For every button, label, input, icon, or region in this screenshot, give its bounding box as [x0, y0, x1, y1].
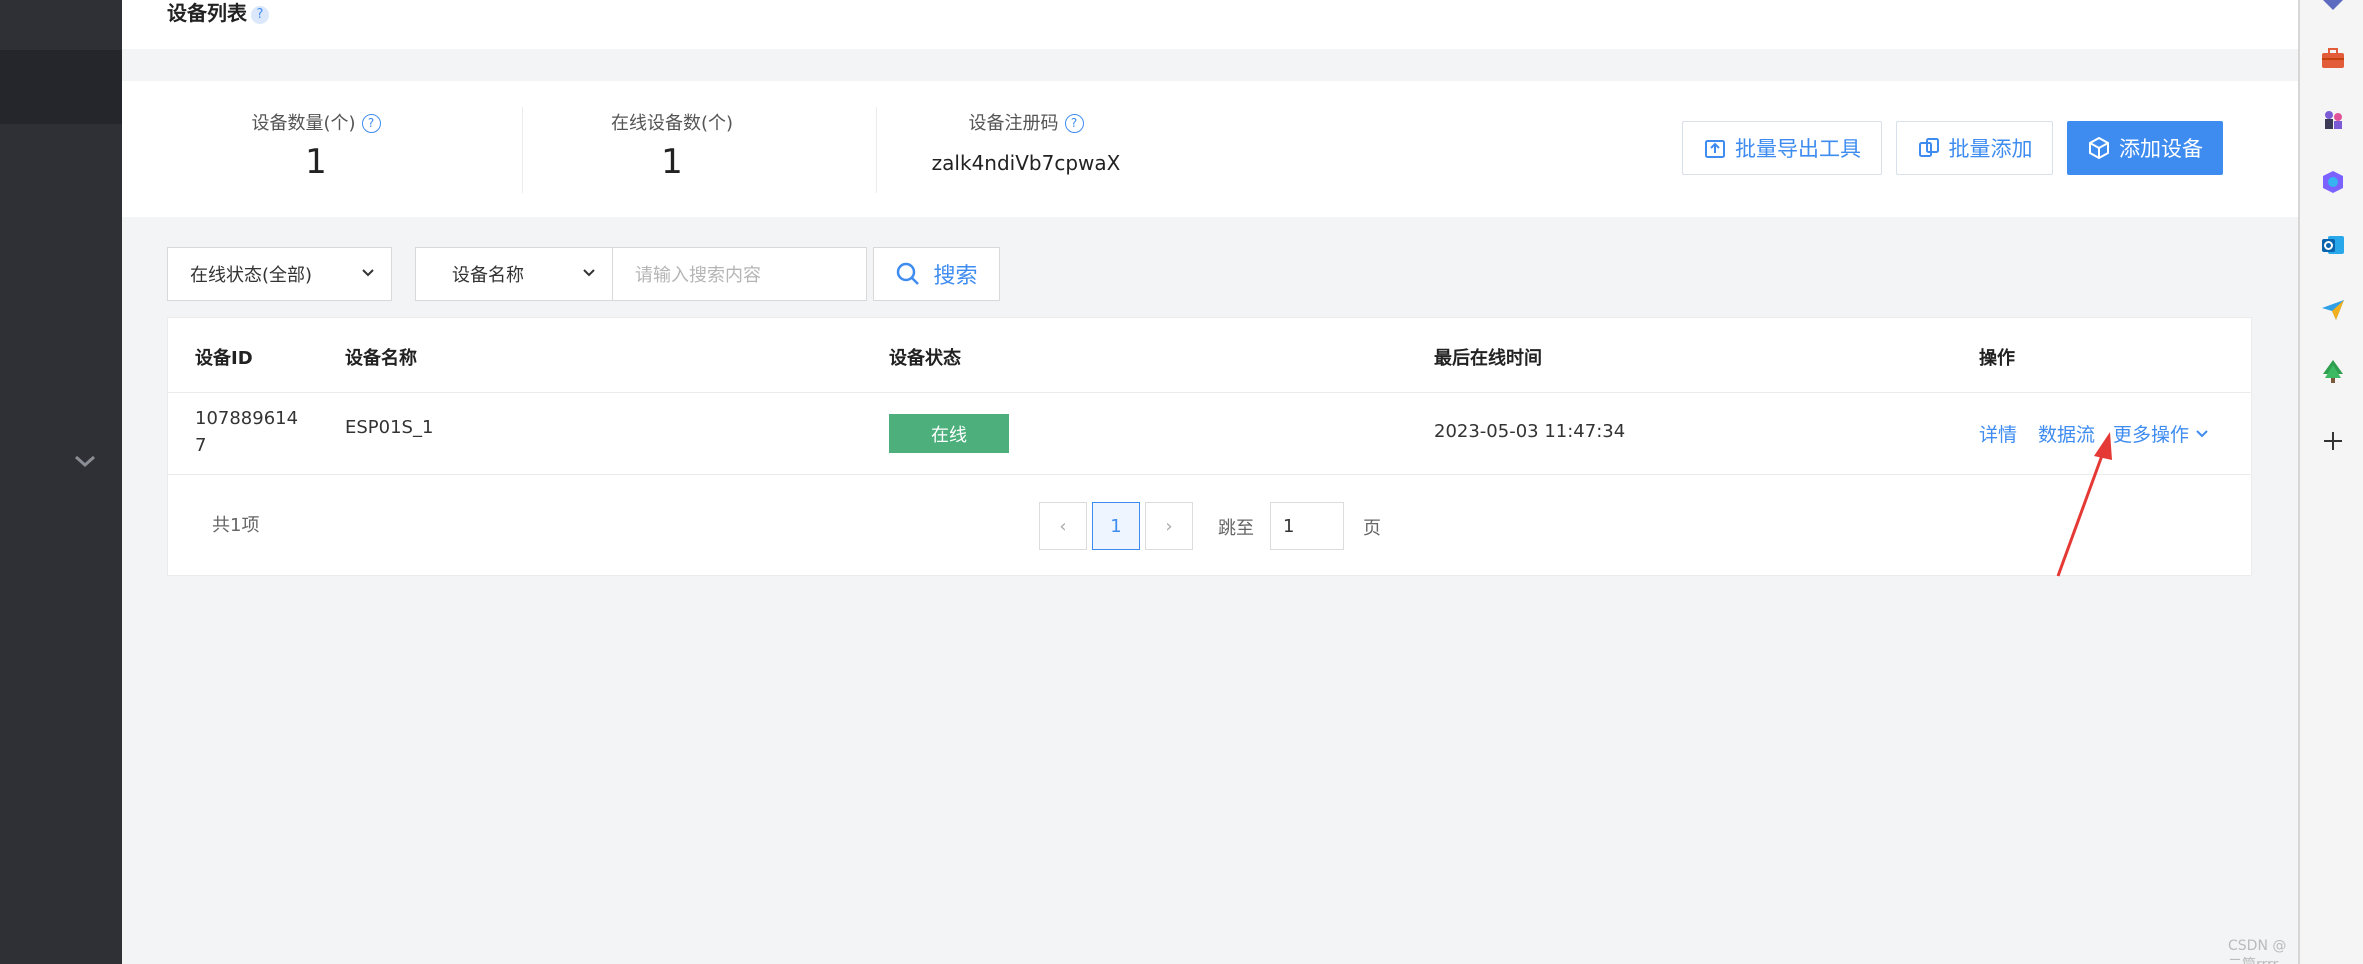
browser-right-sidebar: [2298, 0, 2363, 964]
watermark: CSDN @二筒rrrr: [2228, 938, 2287, 964]
chevron-down-icon: [2196, 430, 2208, 438]
chevron-down-icon: [362, 269, 374, 277]
col-header-status: 设备状态: [889, 348, 961, 369]
status-badge: 在线: [889, 414, 1009, 453]
cube-icon: [2089, 136, 2109, 160]
search-button[interactable]: 搜索: [873, 247, 1000, 301]
select-value: 设备名称: [452, 265, 524, 286]
total-count: 共1项: [212, 515, 260, 536]
copilot-icon[interactable]: [2320, 169, 2346, 195]
help-circle-icon[interactable]: ?: [361, 114, 381, 133]
stat-device-count: 设备数量(个)? 1: [166, 111, 466, 185]
tree-icon[interactable]: [2320, 358, 2346, 384]
outlook-icon[interactable]: [2320, 232, 2346, 258]
search-icon: [897, 262, 920, 285]
table-header: 设备ID 设备名称 设备状态 最后在线时间 操作: [168, 318, 2251, 393]
page-title-text: 设备列表: [167, 1, 247, 25]
last-online-cell: 2023-05-03 11:47:34: [1434, 421, 1626, 442]
annotation-arrow: [2056, 432, 2112, 577]
next-page-button[interactable]: ›: [1145, 502, 1193, 550]
title-help-icon[interactable]: ?: [251, 6, 269, 24]
stats-card: 设备数量(个)? 1 在线设备数(个) 1 设备注册码? zalk4ndiVb7…: [122, 81, 2298, 217]
table-row: 107889614 7 ESP01S_1 在线 2023-05-03 11:47…: [168, 393, 2251, 475]
select-value: 在线状态(全部): [190, 265, 313, 286]
page-number-button[interactable]: 1: [1092, 502, 1140, 550]
page-suffix: 页: [1363, 518, 1381, 539]
button-label: 搜索: [933, 264, 978, 289]
batch-export-tool-button[interactable]: 批量导出工具: [1682, 121, 1882, 175]
help-circle-icon[interactable]: ?: [1064, 114, 1084, 133]
stat-value: 1: [305, 142, 327, 182]
more-actions-label: 更多操作: [2113, 424, 2190, 446]
title-bar: 设备列表?: [122, 0, 2298, 49]
search-field-select[interactable]: 设备名称: [415, 247, 613, 301]
left-sidebar: [0, 0, 122, 964]
chess-icon[interactable]: [2320, 107, 2346, 133]
plus-icon[interactable]: [2320, 428, 2346, 454]
device-id-line: 7: [195, 435, 207, 456]
register-code-value: zalk4ndiVb7cpwaX: [931, 151, 1121, 175]
details-link[interactable]: 详情: [1979, 420, 2017, 447]
button-label: 添加设备: [2119, 137, 2203, 161]
col-header-actions: 操作: [1979, 348, 2015, 369]
col-header-last-online: 最后在线时间: [1434, 348, 1542, 369]
stat-online-count: 在线设备数(个) 1: [522, 111, 822, 185]
briefcase-icon[interactable]: [2320, 45, 2346, 71]
export-icon: [1705, 140, 1725, 158]
jump-label: 跳至: [1218, 518, 1254, 539]
device-id-line: 107889614: [195, 408, 299, 429]
chevron-down-icon: [583, 269, 595, 277]
more-actions-dropdown[interactable]: 更多操作: [2113, 420, 2209, 447]
main-content: 设备列表? 设备数量(个)? 1 在线设备数(个) 1 设备注册码? zalk4…: [122, 0, 2363, 964]
device-id-cell: 107889614 7: [195, 405, 298, 459]
stat-value: 1: [661, 142, 683, 182]
device-table: 设备ID 设备名称 设备状态 最后在线时间 操作 107889614 7 ESP…: [167, 317, 2252, 576]
col-header-id: 设备ID: [195, 348, 253, 369]
jump-page-input[interactable]: 1: [1270, 502, 1344, 550]
button-label: 批量导出工具: [1735, 137, 1861, 161]
diamond-icon[interactable]: [2320, 0, 2346, 12]
sidebar-active-item[interactable]: [0, 50, 122, 124]
stat-label: 设备数量(个): [251, 113, 356, 134]
send-icon[interactable]: [2320, 296, 2346, 322]
chevron-down-icon[interactable]: [72, 452, 98, 470]
col-header-name: 设备名称: [345, 348, 417, 369]
device-name-cell: ESP01S_1: [345, 417, 434, 438]
add-device-button[interactable]: 添加设备: [2067, 121, 2223, 175]
online-status-select[interactable]: 在线状态(全部): [167, 247, 392, 301]
batch-add-button[interactable]: 批量添加: [1896, 121, 2053, 175]
stat-label: 设备注册码: [968, 113, 1059, 134]
button-label: 批量添加: [1948, 137, 2033, 161]
prev-page-button[interactable]: ‹: [1039, 502, 1087, 550]
copy-icon: [1918, 138, 1939, 157]
search-input[interactable]: 请输入搜索内容: [613, 247, 867, 301]
page-title: 设备列表?: [167, 0, 269, 26]
stat-label: 在线设备数(个): [610, 113, 734, 134]
stat-register-code: 设备注册码? zalk4ndiVb7cpwaX: [876, 111, 1176, 175]
